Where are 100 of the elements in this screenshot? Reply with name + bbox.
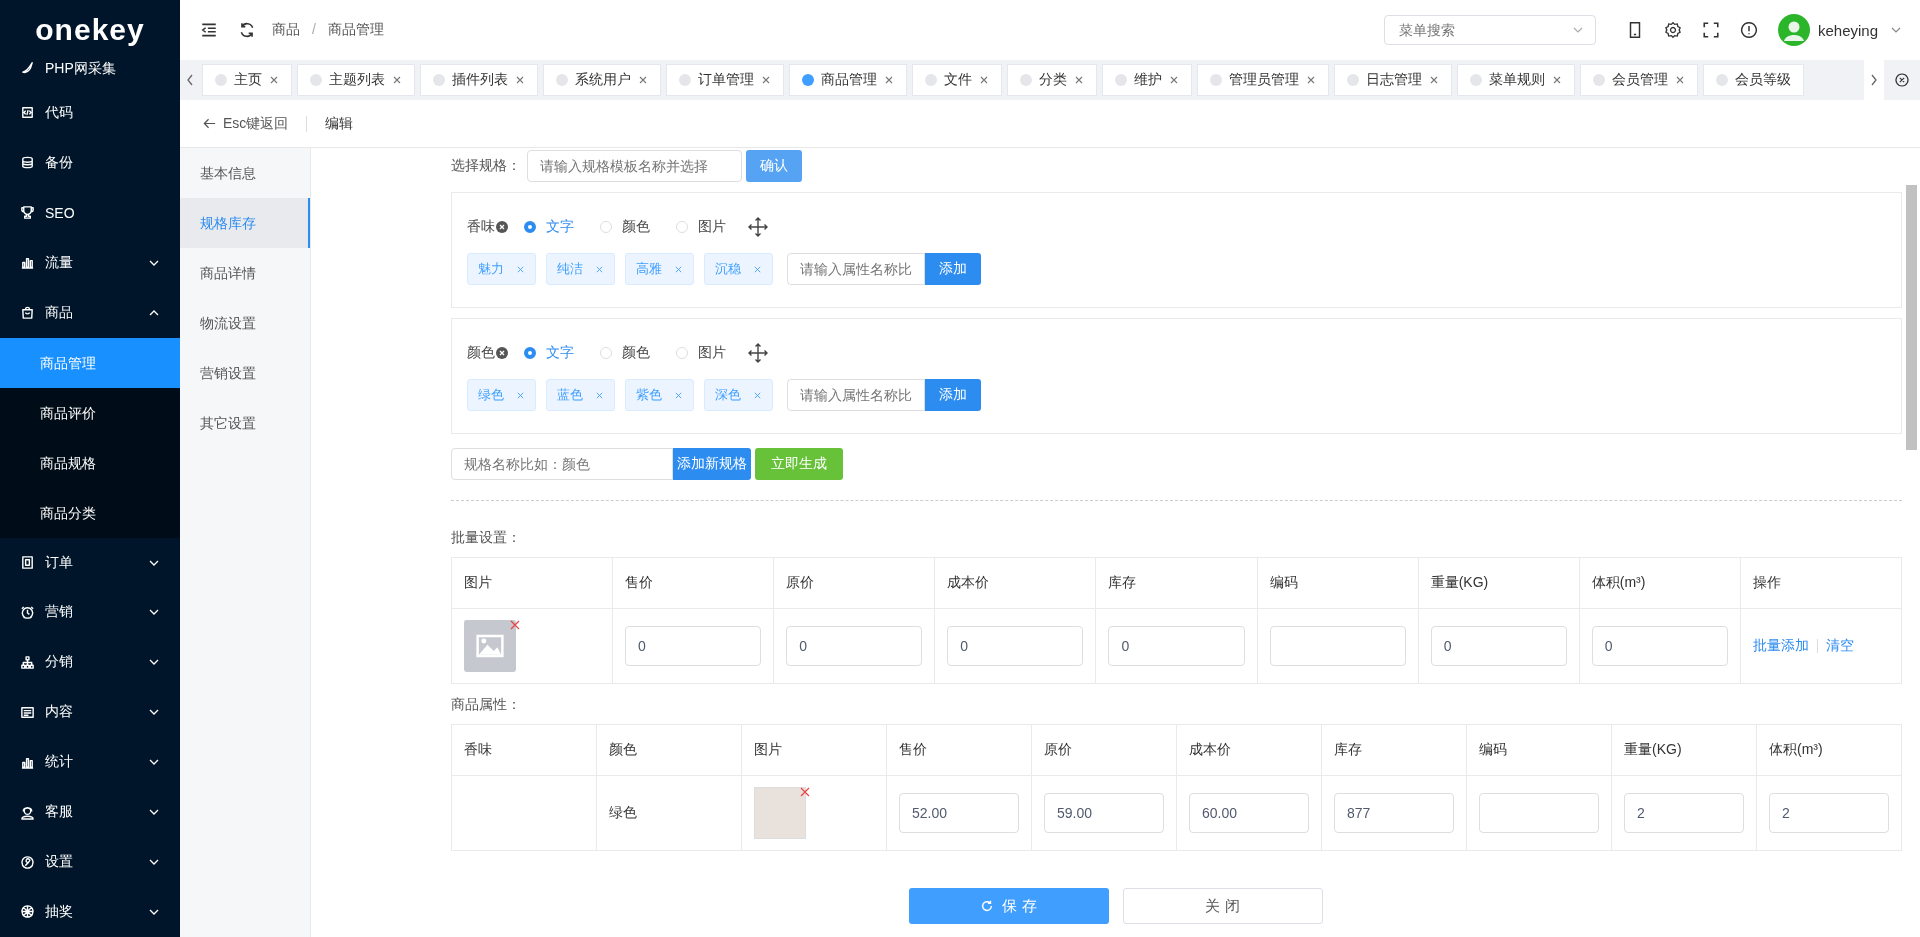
sidebar-subitem[interactable]: 商品规格 (0, 437, 180, 488)
close-icon[interactable] (1074, 75, 1084, 85)
form-section-tab[interactable]: 营销设置 (180, 348, 310, 398)
fullscreen-icon[interactable] (1701, 21, 1720, 39)
radio-option[interactable]: 文字 (524, 218, 574, 236)
refresh-icon[interactable] (238, 21, 256, 39)
avatar[interactable] (1777, 14, 1810, 46)
table-input[interactable] (1269, 626, 1406, 666)
tab[interactable]: 主题列表 (297, 64, 415, 96)
close-icon[interactable] (515, 75, 525, 85)
sidebar-item[interactable]: 流量 (0, 237, 180, 288)
tab[interactable]: 订单管理 (666, 64, 784, 96)
attribute-name-field[interactable]: 请输入属性名称比 (787, 379, 925, 411)
alarm-clock-icon (20, 604, 35, 620)
close-icon[interactable] (1675, 75, 1685, 85)
tab[interactable]: 会员等级 (1703, 64, 1804, 96)
tab[interactable]: 管理员管理 (1197, 64, 1329, 96)
form-section-tab[interactable]: 物流设置 (180, 298, 310, 348)
info-icon[interactable] (1739, 21, 1758, 39)
spec-name-field[interactable]: 规格名称比如：颜色 (451, 448, 673, 480)
form-section-tab[interactable]: 其它设置 (180, 398, 310, 448)
move-icon[interactable] (748, 343, 768, 363)
tab[interactable]: 分类 (1007, 64, 1097, 96)
sidebar-item[interactable]: 分销 (0, 637, 180, 688)
tab[interactable]: 商品管理 (789, 64, 907, 96)
remove-icon[interactable] (496, 221, 508, 233)
close-icon[interactable] (1429, 75, 1439, 85)
action-link[interactable]: 批量添加 (1752, 637, 1809, 653)
sidebar-subitem[interactable]: 商品评价 (0, 387, 180, 438)
menu-search-field[interactable]: 菜单搜索 (1383, 15, 1596, 45)
close-icon[interactable] (269, 75, 279, 85)
settings-icon[interactable] (1663, 21, 1682, 39)
table-input[interactable]: 0 (625, 626, 762, 666)
sidebar-item[interactable]: 内容 (0, 687, 180, 738)
radio-option[interactable]: 颜色 (600, 218, 650, 236)
column-header: 编码 (1269, 574, 1298, 590)
sidebar-item[interactable]: 代码 (0, 87, 180, 138)
attribute-name-field[interactable]: 请输入属性名称比 (787, 253, 925, 285)
sidebar-item[interactable]: PHP网采集 (0, 60, 180, 88)
sidebar-item[interactable]: SEO (0, 187, 180, 238)
sidebar-item[interactable]: 备份 (0, 137, 180, 188)
column-header: 库存 (1334, 741, 1362, 757)
sidebar-subitem[interactable]: 商品分类 (0, 487, 180, 538)
sidebar-item[interactable]: 统计 (0, 737, 180, 788)
column-header: 图片 (464, 574, 492, 590)
column-header: 体积(m³) (1769, 741, 1823, 757)
table-input[interactable]: 0 (1430, 626, 1567, 666)
radio-option[interactable]: 图片 (676, 344, 726, 362)
column-header: 库存 (1108, 574, 1137, 590)
close-icon[interactable] (761, 75, 771, 85)
table-input[interactable]: 59.00 (1044, 793, 1164, 833)
scrollbar[interactable] (1906, 185, 1917, 450)
close-icon[interactable] (1552, 75, 1562, 85)
radio-option[interactable]: 颜色 (600, 344, 650, 362)
close-icon[interactable] (979, 75, 989, 85)
close-icon[interactable] (884, 75, 894, 85)
table-input[interactable]: 0 (1591, 626, 1728, 666)
close-icon[interactable] (392, 75, 402, 85)
table-input[interactable]: 0 (947, 626, 1084, 666)
close-icon[interactable] (1306, 75, 1316, 85)
table-input[interactable]: 2 (1769, 793, 1889, 833)
close-button[interactable]: 关 闭 (1122, 888, 1323, 924)
tab[interactable]: 主页 (202, 64, 292, 96)
user-name[interactable]: keheying (1817, 21, 1878, 39)
tab[interactable]: 日志管理 (1334, 64, 1452, 96)
radio-option[interactable]: 文字 (524, 344, 574, 362)
close-icon[interactable] (638, 75, 648, 85)
sidebar-item[interactable]: 设置 (0, 837, 180, 887)
delete-icon[interactable] (510, 620, 520, 630)
table-input[interactable]: 2 (1624, 793, 1744, 833)
spec-template-field[interactable]: 请输入规格模板名称并选择 (527, 150, 742, 182)
table-input[interactable] (1479, 793, 1599, 833)
column-header: 售价 (625, 574, 654, 590)
close-icon[interactable] (1169, 75, 1179, 85)
back-button[interactable]: Esc键返回 (202, 114, 289, 133)
tab[interactable]: 文件 (912, 64, 1002, 96)
sidebar-item[interactable]: 客服 (0, 787, 180, 838)
action-link[interactable]: 清空 (1825, 637, 1854, 653)
table-input[interactable]: 52.00 (899, 793, 1019, 833)
sidebar-item[interactable]: 订单 (0, 537, 180, 588)
tab[interactable]: 维护 (1102, 64, 1192, 96)
move-icon[interactable] (748, 217, 768, 237)
table-input[interactable]: 0 (1108, 626, 1245, 666)
tab[interactable]: 系统用户 (543, 64, 661, 96)
sidebar-item[interactable]: 抽奖 (0, 887, 180, 937)
tab[interactable]: 插件列表 (420, 64, 538, 96)
form-section-tab[interactable]: 商品详情 (180, 248, 310, 298)
tab[interactable]: 菜单规则 (1457, 64, 1575, 96)
menu-fold-icon[interactable] (200, 21, 218, 39)
delete-icon[interactable] (800, 787, 810, 797)
tab[interactable]: 会员管理 (1580, 64, 1698, 96)
table-input[interactable]: 60.00 (1189, 793, 1309, 833)
table-input[interactable]: 0 (786, 626, 923, 666)
form-section-tab[interactable]: 基本信息 (180, 148, 310, 198)
table-input[interactable]: 877 (1334, 793, 1454, 833)
remove-icon[interactable] (496, 347, 508, 359)
radio-option[interactable]: 图片 (676, 218, 726, 236)
sidebar-item[interactable]: 营销 (0, 587, 180, 638)
breadcrumb-item[interactable]: 商品 (272, 21, 300, 39)
sidebar-item[interactable]: 商品 (0, 287, 180, 338)
